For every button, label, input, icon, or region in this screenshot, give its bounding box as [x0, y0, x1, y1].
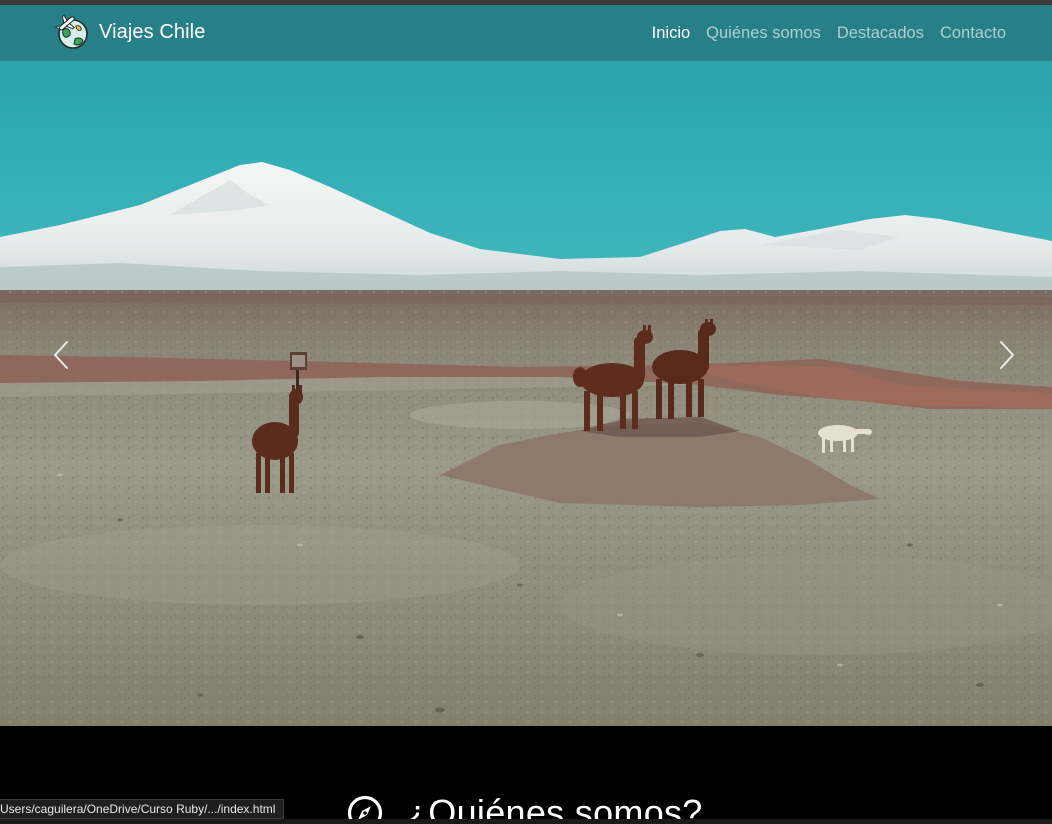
- carousel-next-button[interactable]: [992, 335, 1022, 375]
- nav-link-inicio[interactable]: Inicio: [652, 24, 691, 43]
- nav-link-quienes-somos[interactable]: Quiénes somos: [706, 24, 821, 43]
- brand-name: Viajes Chile: [99, 20, 206, 43]
- chevron-right-icon: [1000, 341, 1014, 369]
- carousel-prev-button[interactable]: [46, 335, 76, 375]
- nav-links: Inicio Quiénes somos Destacados Contacto: [636, 5, 1006, 61]
- chevron-left-icon: [54, 341, 68, 369]
- browser-bottom-edge: [0, 819, 1052, 824]
- nav-link-destacados[interactable]: Destacados: [837, 24, 924, 43]
- browser-status-url: Users/caguilera/OneDrive/Curso Ruby/.../…: [0, 799, 285, 819]
- navbar-brand[interactable]: Viajes Chile: [54, 14, 205, 50]
- nav-link-contacto[interactable]: Contacto: [940, 24, 1006, 43]
- travel-globe-logo-icon: [54, 14, 88, 49]
- page: Viajes Chile Inicio Quiénes somos Destac…: [0, 5, 1052, 824]
- carousel-slide-image: [0, 5, 1052, 726]
- hero-carousel: [0, 5, 1052, 726]
- navbar: Viajes Chile Inicio Quiénes somos Destac…: [0, 5, 1052, 61]
